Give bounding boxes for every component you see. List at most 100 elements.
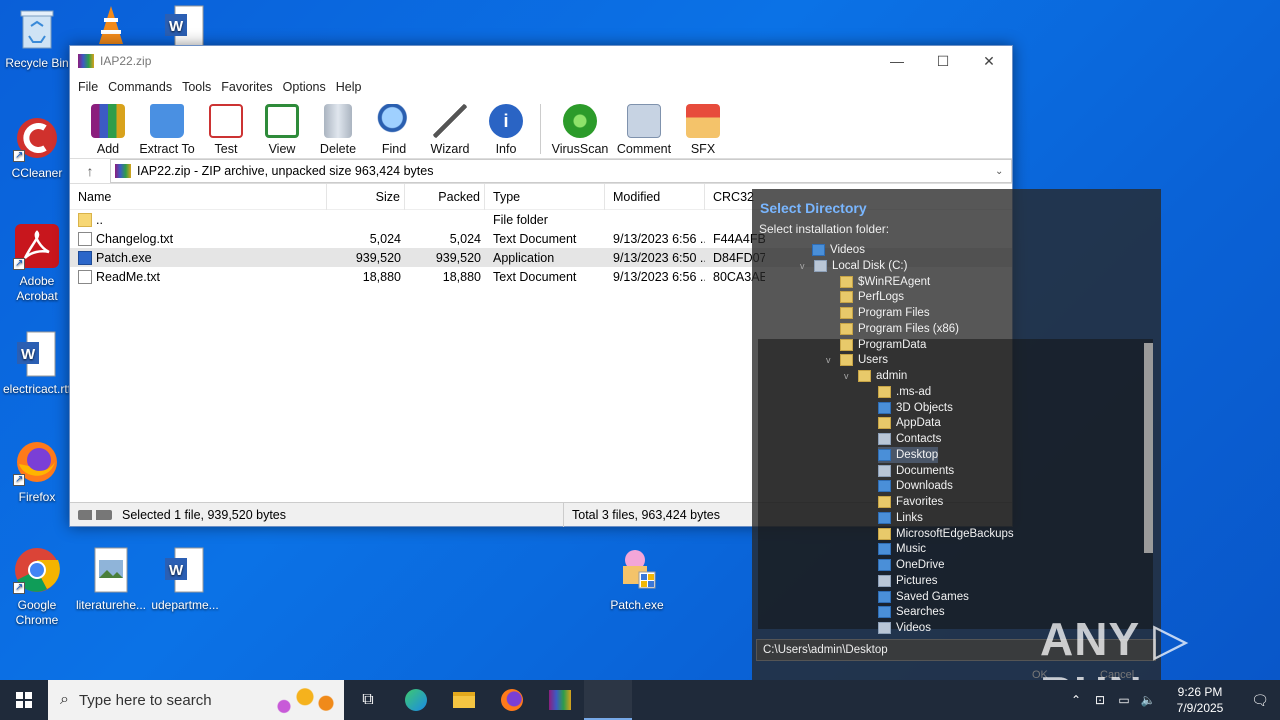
- extract-folder-icon: [150, 104, 184, 138]
- menu-options[interactable]: Options: [281, 80, 334, 94]
- tree-item-onedrive[interactable]: OneDrive: [878, 557, 945, 573]
- notification-icon[interactable]: 🗨: [1240, 692, 1280, 709]
- tree-item-contacts[interactable]: Contacts: [878, 431, 941, 447]
- toolbar-add-button[interactable]: Add: [80, 104, 136, 156]
- edge-icon[interactable]: [392, 680, 440, 720]
- tree-item-label: admin: [876, 370, 908, 382]
- tree-item-appdata[interactable]: AppData: [878, 415, 941, 431]
- toolbar-delete-button[interactable]: Delete: [310, 104, 366, 156]
- tree-item-admin[interactable]: v admin: [844, 368, 907, 384]
- tree-item-searches[interactable]: Searches: [878, 604, 945, 620]
- up-arrow-icon[interactable]: ↑: [70, 163, 110, 179]
- column-modified[interactable]: Modified: [605, 183, 705, 210]
- tree-scrollbar[interactable]: [1144, 343, 1153, 553]
- toolbar-find-button[interactable]: Find: [366, 104, 422, 156]
- tree-item-label: Music: [896, 543, 927, 555]
- tree-item-label: Videos: [830, 244, 865, 256]
- desktop-icon-adobe-acrobat[interactable]: Adobe Acrobat: [0, 222, 74, 304]
- desktop-icon-ccleaner[interactable]: CCleaner: [0, 114, 74, 181]
- firefox-taskbar-icon[interactable]: [488, 680, 536, 720]
- volume-icon[interactable]: 🔈: [1136, 693, 1160, 707]
- tree-item-label: Pictures: [896, 575, 938, 587]
- toolbar-virusscan-button[interactable]: VirusScan: [547, 104, 613, 156]
- folder-icon: [840, 354, 853, 366]
- status-total: Total 3 files, 963,424 bytes: [572, 507, 721, 522]
- network-icon[interactable]: ⊡: [1088, 693, 1112, 707]
- tree-item-downloads[interactable]: Downloads: [878, 478, 953, 494]
- chevron-down-icon[interactable]: ⌄: [995, 166, 1011, 177]
- tree-item-perflogs[interactable]: PerfLogs: [840, 289, 904, 305]
- tree-item-users[interactable]: v Users: [826, 352, 888, 368]
- menu-tools[interactable]: Tools: [180, 80, 219, 94]
- menu-file[interactable]: File: [76, 80, 106, 94]
- toolbar-extract-to-button[interactable]: Extract To: [136, 104, 198, 156]
- desktop-icon-firefox[interactable]: Firefox: [0, 438, 74, 505]
- close-button[interactable]: ✕: [966, 46, 1012, 76]
- tree-item-favorites[interactable]: Favorites: [878, 494, 943, 510]
- tree-item-desktop[interactable]: Desktop: [878, 447, 939, 463]
- desktop-icon-recycle-bin[interactable]: Recycle Bin: [0, 8, 74, 71]
- chevron-down-icon[interactable]: v: [800, 261, 810, 271]
- search-icon: [878, 606, 891, 618]
- toolbar-test-button[interactable]: Test: [198, 104, 254, 156]
- winrar-taskbar-icon[interactable]: [536, 680, 584, 720]
- tree-item-3d-objects[interactable]: 3D Objects: [878, 400, 953, 416]
- file-explorer-icon[interactable]: [440, 680, 488, 720]
- menu-help[interactable]: Help: [334, 80, 370, 94]
- tree-item-label: .ms-ad: [896, 386, 932, 398]
- column-name[interactable]: Name: [70, 183, 327, 210]
- chevron-down-icon[interactable]: v: [826, 355, 836, 365]
- toolbar-sfx-button[interactable]: SFX: [675, 104, 731, 156]
- tree-item-microsoftedgebackups[interactable]: MicrosoftEdgeBackups: [878, 526, 1014, 542]
- title-bar[interactable]: IAP22.zip — ☐ ✕: [70, 46, 1012, 76]
- folder-icon: [878, 528, 891, 540]
- tree-item-pictures[interactable]: Pictures: [878, 573, 938, 589]
- sfx-box-icon: [686, 104, 720, 138]
- maximize-button[interactable]: ☐: [920, 46, 966, 76]
- tree-item-winreagent[interactable]: $WinREAgent: [840, 274, 930, 290]
- star-icon: [878, 496, 891, 508]
- toolbar-view-button[interactable]: View: [254, 104, 310, 156]
- toolbar-comment-button[interactable]: Comment: [613, 104, 675, 156]
- tree-item-documents[interactable]: Documents: [878, 463, 954, 479]
- tree-item-videos[interactable]: Videos: [812, 242, 865, 258]
- chevron-up-icon[interactable]: ⌃: [1064, 693, 1088, 707]
- clock[interactable]: 9:26 PM 7/9/2025: [1160, 684, 1240, 716]
- tree-item-program-files-x86[interactable]: Program Files (x86): [840, 321, 959, 337]
- tree-item-music[interactable]: Music: [878, 541, 926, 557]
- desktop-icon-label: Adobe Acrobat: [16, 274, 58, 303]
- tree-item-saved-games[interactable]: Saved Games: [878, 589, 969, 605]
- toolbar-info-button[interactable]: i Info: [478, 104, 534, 156]
- desktop-icon-udepartme[interactable]: W udepartme...: [148, 546, 222, 613]
- start-button[interactable]: [0, 680, 48, 720]
- links-icon: [878, 512, 891, 524]
- toolbar-wizard-button[interactable]: Wizard: [422, 104, 478, 156]
- tree-item-programdata[interactable]: ProgramData: [840, 337, 926, 353]
- column-size[interactable]: Size: [327, 183, 405, 210]
- desktop-icon-vlc[interactable]: [74, 4, 148, 50]
- desktop-icon-word-top[interactable]: W: [148, 4, 222, 50]
- desktop-icon-patch-exe[interactable]: Patch.exe: [600, 546, 674, 613]
- tree-item-local-disk[interactable]: v Local Disk (C:): [800, 258, 907, 274]
- archive-path-field[interactable]: IAP22.zip - ZIP archive, unpacked size 9…: [110, 159, 1012, 183]
- tree-item-videos-user[interactable]: Videos: [878, 620, 931, 636]
- menu-favorites[interactable]: Favorites: [219, 80, 280, 94]
- tree-item-program-files[interactable]: Program Files: [840, 305, 930, 321]
- minimize-button[interactable]: —: [874, 46, 920, 76]
- desktop-icon-google-chrome[interactable]: Google Chrome: [0, 546, 74, 628]
- desktop-icon-label: Recycle Bin: [5, 56, 69, 70]
- desktop-icon-literaturehe[interactable]: literaturehe...: [74, 546, 148, 613]
- folder-icon: [840, 323, 853, 335]
- taskbar-search-box[interactable]: ⌕ Type here to search: [48, 680, 344, 720]
- chevron-down-icon[interactable]: v: [844, 371, 854, 381]
- active-app-taskbar-button[interactable]: [584, 680, 632, 720]
- monitor-icon[interactable]: ▭: [1112, 693, 1136, 707]
- task-view-icon[interactable]: ⧉: [344, 680, 392, 720]
- select-directory-dialog: Select Directory Select installation fol…: [752, 189, 1161, 681]
- tree-item-ms-ad[interactable]: .ms-ad: [878, 384, 931, 400]
- tree-item-links[interactable]: Links: [878, 510, 923, 526]
- column-type[interactable]: Type: [485, 183, 605, 210]
- menu-commands[interactable]: Commands: [106, 80, 180, 94]
- column-packed[interactable]: Packed: [405, 183, 485, 210]
- desktop-icon-electricact[interactable]: W electricact.rtf: [0, 330, 74, 397]
